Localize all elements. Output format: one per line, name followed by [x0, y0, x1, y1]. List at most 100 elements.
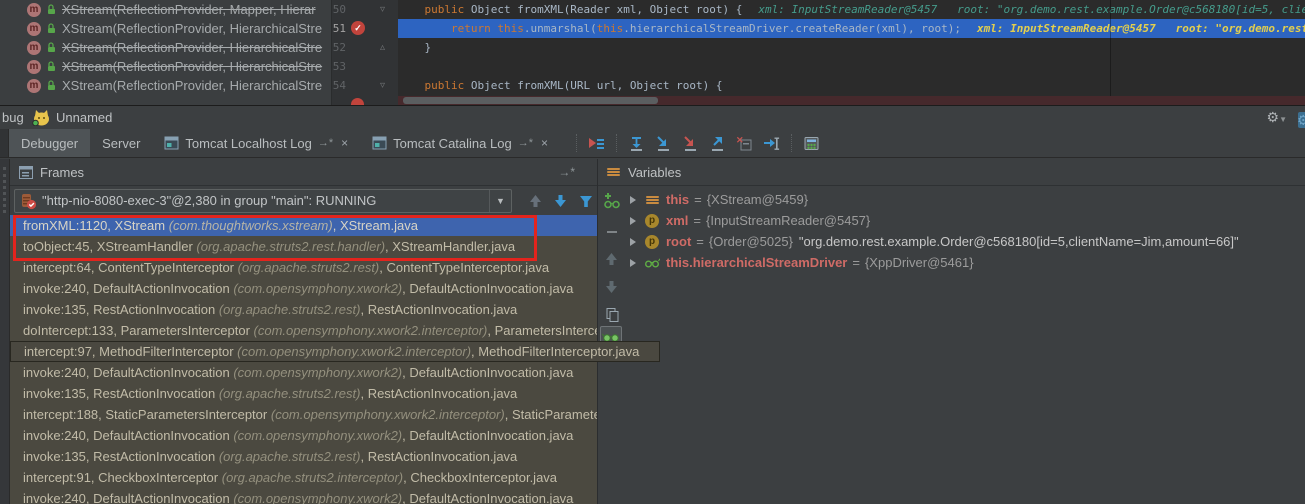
frame-row[interactable]: invoke:240, DefaultActionInvocation (com…	[10, 488, 597, 504]
settings-gear-button[interactable]: ⚙▼	[1267, 106, 1287, 131]
code-line[interactable]: return this.unmarshal(this.hierarchicalS…	[398, 19, 1305, 38]
force-step-into-icon[interactable]	[681, 134, 700, 153]
float-window-icon[interactable]: →*	[558, 159, 575, 186]
frame-row[interactable]: intercept:64, ContentTypeInterceptor (or…	[10, 257, 597, 278]
tab-debugger[interactable]: Debugger	[9, 129, 90, 157]
previous-frame-button[interactable]	[526, 192, 544, 210]
variables-tree[interactable]: this={XStream@5459}pxml={InputStreamRead…	[624, 189, 1305, 504]
breakpoint-icon[interactable]	[351, 98, 364, 105]
frame-row[interactable]: toObject:45, XStreamHandler (org.apache.…	[10, 236, 597, 257]
method-icon: m	[27, 22, 41, 36]
drop-frame-icon[interactable]: ✕	[735, 134, 754, 153]
filter-frames-icon[interactable]	[577, 192, 595, 210]
tool-window-stripe	[0, 159, 10, 504]
frame-row-overlay[interactable]: intercept:97, MethodFilterInterceptor (c…	[10, 341, 660, 362]
frame-row[interactable]: fromXML:1120, XStream (com.thoughtworks.…	[10, 215, 597, 236]
variable-value: {Order@5025}	[709, 234, 793, 249]
frame-package: (org.apache.struts2.rest)	[219, 449, 361, 464]
completion-item[interactable]: mXStream(ReflectionProvider, Mapper, Hie…	[0, 0, 331, 19]
variable-row[interactable]: pxml={InputStreamReader@5457}	[624, 210, 1305, 231]
fold-collapse-icon[interactable]: ▿	[380, 76, 385, 95]
close-icon[interactable]: ×	[341, 136, 348, 150]
completion-item[interactable]: mXStream(ReflectionProvider, Hierarchica…	[0, 38, 331, 57]
frame-package: (com.opensymphony.xwork2.interceptor)	[271, 407, 505, 422]
frame-row[interactable]: invoke:135, RestActionInvocation (org.ap…	[10, 299, 597, 320]
frame-method: intercept:64, ContentTypeInterceptor	[23, 260, 238, 275]
code-line[interactable]: public Object fromXML(URL url, Object ro…	[398, 76, 1305, 95]
expand-arrow-icon[interactable]	[630, 217, 636, 225]
frame-package: (com.opensymphony.xwork2.interceptor)	[237, 344, 471, 359]
close-icon[interactable]: ×	[541, 136, 548, 150]
frame-method: invoke:135, RestActionInvocation	[23, 386, 219, 401]
thread-dropdown[interactable]: "http-nio-8080-exec-3"@2,380 in group "m…	[14, 189, 512, 213]
toolbar-separator	[791, 134, 792, 152]
code-segment	[398, 22, 451, 35]
breakpoint-verified-icon[interactable]: ✓	[351, 21, 365, 35]
remove-watch-icon[interactable]	[602, 222, 621, 241]
frame-file: , ContentTypeInterceptor.java	[379, 260, 549, 275]
add-watch-icon[interactable]	[602, 191, 621, 210]
thread-icon	[20, 193, 37, 210]
run-to-cursor-icon[interactable]	[762, 134, 781, 153]
frame-row[interactable]: invoke:135, RestActionInvocation (org.ap…	[10, 446, 597, 467]
frame-row[interactable]: intercept:91, CheckboxInterceptor (org.a…	[10, 467, 597, 488]
step-into-icon[interactable]	[654, 134, 673, 153]
tab-tomcat-catalina-log[interactable]: Tomcat Catalina Log→*×	[360, 129, 560, 157]
code-area[interactable]: public Object fromXML(Reader xml, Object…	[398, 0, 1305, 96]
tab-server[interactable]: Server	[90, 129, 152, 157]
variable-row[interactable]: this={XStream@5459}	[624, 189, 1305, 210]
code-segment: Object fromXML(URL url, Object root) {	[464, 79, 722, 92]
frame-method: intercept:188, StaticParametersIntercept…	[23, 407, 271, 422]
console-icon	[372, 136, 387, 150]
variable-row[interactable]: proot={Order@5025}"org.demo.rest.example…	[624, 231, 1305, 252]
variable-row[interactable]: this.hierarchicalStreamDriver={XppDriver…	[624, 252, 1305, 273]
equals-sign: =	[691, 234, 709, 249]
variable-value: {XppDriver@5461}	[865, 255, 974, 270]
completion-item-label: XStream(ReflectionProvider, Hierarchical…	[62, 78, 322, 93]
completion-item[interactable]: mXStream(ReflectionProvider, Hierarchica…	[0, 19, 331, 38]
frame-method: intercept:91, CheckboxInterceptor	[23, 470, 222, 485]
expand-arrow-icon[interactable]	[630, 259, 636, 267]
code-segment: .unmarshal(	[524, 22, 597, 35]
frame-method: fromXML:1120, XStream	[23, 218, 169, 233]
chevron-down-icon[interactable]: ▼	[489, 190, 511, 212]
code-line[interactable]: public Object fromXML(Reader xml, Object…	[398, 0, 1305, 19]
next-frame-button[interactable]	[551, 192, 569, 210]
fold-collapse-icon[interactable]: ▿	[380, 0, 385, 19]
frame-row[interactable]: invoke:240, DefaultActionInvocation (com…	[10, 362, 597, 383]
code-line[interactable]: }	[398, 38, 1305, 57]
variables-panel-icon	[607, 167, 620, 177]
variables-panel-title: Variables	[628, 159, 681, 186]
frame-row[interactable]: doIntercept:133, ParametersInterceptor (…	[10, 320, 597, 341]
debugger-inline-hint: xml: InputStreamReader@5457 root: "org.d…	[758, 3, 1305, 16]
editor-pane[interactable]: 650▿651✓652▵653654▿ public Object fromXM…	[0, 0, 1305, 105]
frame-package: (org.apache.struts2.rest.handler)	[196, 239, 385, 254]
completion-popup[interactable]: mXStream(ReflectionProvider, Mapper, Hie…	[0, 0, 332, 105]
frame-row[interactable]: invoke:240, DefaultActionInvocation (com…	[10, 425, 597, 446]
evaluate-expression-icon[interactable]	[802, 134, 821, 153]
frames-panel-icon	[18, 165, 34, 180]
frame-method: intercept:97, MethodFilterInterceptor	[24, 344, 237, 359]
expand-arrow-icon[interactable]	[630, 238, 636, 246]
code-line[interactable]	[398, 57, 1305, 76]
frame-row[interactable]: invoke:240, DefaultActionInvocation (com…	[10, 278, 597, 299]
code-segment	[398, 3, 425, 16]
copy-icon[interactable]	[602, 305, 621, 324]
frame-file: , DefaultActionInvocation.java	[402, 491, 573, 504]
editor-horizontal-scrollbar[interactable]	[403, 97, 658, 104]
step-over-icon[interactable]	[627, 134, 646, 153]
step-out-icon[interactable]	[708, 134, 727, 153]
expand-arrow-icon[interactable]	[630, 196, 636, 204]
frame-row[interactable]: intercept:188, StaticParametersIntercept…	[10, 404, 597, 425]
tab-tomcat-localhost-log[interactable]: Tomcat Localhost Log→*×	[152, 129, 360, 157]
fold-expand-icon[interactable]: ▵	[380, 38, 385, 57]
thread-selector-row: "http-nio-8080-exec-3"@2,380 in group "m…	[10, 189, 597, 215]
debug-tool-window: bug Unnamed ⚙▼ ⚙ DebuggerServerTomcat Lo…	[0, 105, 1305, 504]
completion-item[interactable]: mXStream(ReflectionProvider, Hierarchica…	[0, 57, 331, 76]
debug-window-body: Frames →* "http-nio-8080	[0, 159, 1305, 504]
frame-row[interactable]: invoke:135, RestActionInvocation (org.ap…	[10, 383, 597, 404]
move-watch-down-icon[interactable]	[602, 277, 621, 296]
move-watch-up-icon[interactable]	[602, 249, 621, 268]
completion-item[interactable]: mXStream(ReflectionProvider, Hierarchica…	[0, 76, 331, 95]
show-execution-point-icon[interactable]	[587, 134, 606, 153]
